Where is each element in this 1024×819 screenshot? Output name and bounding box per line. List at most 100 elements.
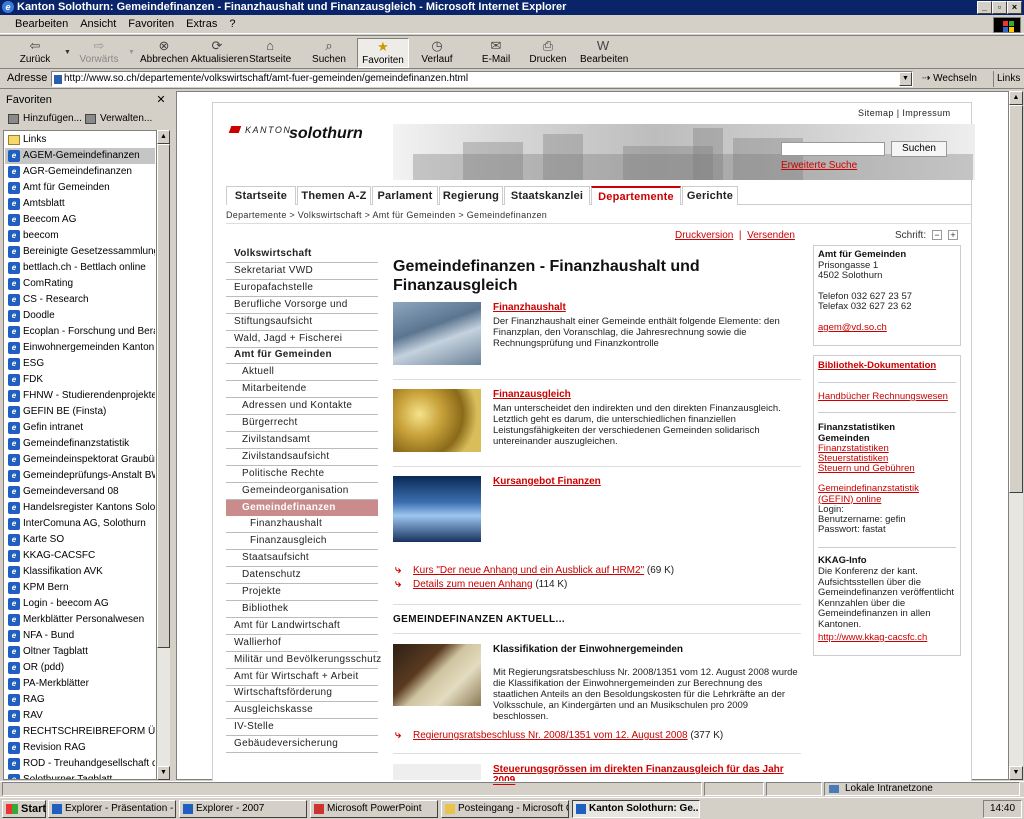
scroll-thumb[interactable]	[157, 144, 170, 648]
go-button[interactable]: ⇢ Wechseln zu	[918, 71, 988, 100]
nav-tab[interactable]: Staatskanzlei	[504, 186, 590, 205]
favorite-item[interactable]: eHandelsregister Kantons Solothu...	[5, 500, 155, 516]
site-search-button[interactable]: Suchen	[891, 141, 947, 157]
favorite-item[interactable]: e RAV	[5, 708, 155, 724]
favorite-item[interactable]: Links	[5, 132, 155, 148]
left-nav-item[interactable]: IV-Stelle	[226, 719, 378, 737]
favorite-item[interactable]: e InterComuna AG, Solothurn	[5, 516, 155, 532]
library-link[interactable]: Bibliothek-Dokumentation	[818, 360, 960, 372]
favorite-item[interactable]: e FHNW - Studierendenprojekte	[5, 388, 155, 404]
favorite-item[interactable]: eGemeindeinspektorat Graubünden	[5, 452, 155, 468]
task-explorer-presentation[interactable]: Explorer - Präsentation - Fi...	[48, 800, 176, 818]
favorite-item[interactable]: e ComRating	[5, 276, 155, 292]
nav-tab[interactable]: Regierung	[439, 186, 503, 205]
left-nav-item[interactable]: Wallierhof	[226, 635, 378, 652]
favorite-item[interactable]: e Klassifikation AVK	[5, 564, 155, 580]
send-link[interactable]: Versenden	[747, 230, 795, 241]
forward-dropdown-icon[interactable]: ▼	[128, 49, 135, 56]
favorite-item[interactable]: e FDK	[5, 372, 155, 388]
sitemap-impressum-links[interactable]: Sitemap | Impressum	[858, 108, 950, 118]
favorite-item[interactable]: e ESG	[5, 356, 155, 372]
left-nav-item[interactable]: Mitarbeitende	[226, 381, 378, 399]
favorite-item[interactable]: e beecom	[5, 228, 155, 244]
left-nav-item[interactable]: Politische Rechte	[226, 466, 378, 483]
print-button[interactable]: ⎙ Drucken	[528, 38, 568, 68]
favorite-item[interactable]: e Gemeindefinanzstatistik	[5, 436, 155, 452]
add-favorite-button[interactable]: Hinzufügen...	[6, 111, 82, 127]
favorites-button[interactable]: ★ Favoriten	[357, 38, 409, 68]
nav-tab[interactable]: Gerichte	[682, 186, 738, 205]
favorite-item[interactable]: eRECHTSCHREIBREFORM Über...	[5, 724, 155, 740]
favorite-item[interactable]: e Solothurner Tagblatt	[5, 772, 155, 779]
favorites-close-icon[interactable]: ✕	[155, 94, 167, 106]
favorite-item[interactable]: e AGR-Gemeindefinanzen	[5, 164, 155, 180]
left-nav-item[interactable]: Amt für Landwirtschaft	[226, 618, 378, 635]
start-button[interactable]: Start	[2, 800, 46, 818]
maximize-button[interactable]: ▫	[992, 1, 1007, 14]
left-nav-item[interactable]: Finanzhaushalt	[226, 516, 378, 534]
favorite-item[interactable]: e Gefin intranet	[5, 420, 155, 436]
finanzausgleich-link[interactable]: Finanzausgleich	[493, 389, 571, 400]
task-explorer-2007[interactable]: Explorer - 2007	[179, 800, 307, 818]
left-nav-item[interactable]: Berufliche Vorsorge und	[226, 297, 378, 314]
favorite-item[interactable]: e AGEM-Gemeindefinanzen	[5, 148, 155, 164]
search-button[interactable]: ⌕ Suchen	[308, 38, 350, 68]
task-powerpoint[interactable]: Microsoft PowerPoint	[310, 800, 438, 818]
left-nav-item[interactable]: Militär und Bevölkerungsschutz	[226, 652, 381, 669]
left-nav-item[interactable]: Bibliothek	[226, 601, 378, 618]
favorite-item[interactable]: e Doodle	[5, 308, 155, 324]
advanced-search-link[interactable]: Erweiterte Suche	[781, 160, 857, 171]
font-smaller-button[interactable]: −	[932, 230, 942, 240]
kursangebot-link[interactable]: Kursangebot Finanzen	[493, 476, 601, 487]
left-nav-item[interactable]: Gemeindefinanzen	[226, 499, 378, 517]
favorite-item[interactable]: e GEFIN BE (Finsta)	[5, 404, 155, 420]
left-nav-item[interactable]: Adressen und Kontakte	[226, 398, 378, 416]
kkag-link[interactable]: http://www.kkag-cacsfc.ch	[818, 632, 960, 644]
left-nav-item[interactable]: Europafachstelle	[226, 280, 378, 297]
left-nav-item[interactable]: Projekte	[226, 584, 378, 601]
organize-favorites-button[interactable]: Verwalten...	[83, 111, 152, 127]
links-button[interactable]: Links	[993, 71, 1021, 87]
refresh-button[interactable]: ⟳ Aktualisieren	[191, 38, 248, 68]
finanzhaushalt-link[interactable]: Finanzhaushalt	[493, 302, 566, 313]
minimize-button[interactable]: _	[977, 1, 992, 14]
favorite-item[interactable]: e Amt für Gemeinden	[5, 180, 155, 196]
kanton-logo[interactable]: KANTON solothurn	[228, 125, 388, 149]
favorite-item[interactable]: e RAG	[5, 692, 155, 708]
favorite-item[interactable]: e bettlach.ch - Bettlach online	[5, 260, 155, 276]
nav-tab[interactable]: Startseite	[226, 186, 296, 205]
favorite-item[interactable]: e PA-Merkblätter	[5, 676, 155, 692]
favorite-item[interactable]: e Amtsblatt	[5, 196, 155, 212]
left-nav-item[interactable]: Staatsaufsicht	[226, 550, 378, 568]
left-nav-item[interactable]: Datenschutz	[226, 567, 378, 585]
favorite-item[interactable]: e Merkblätter Personalwesen	[5, 612, 155, 628]
favorite-item[interactable]: e Login - beecom AG	[5, 596, 155, 612]
left-nav-item[interactable]: Bürgerrecht	[226, 415, 378, 432]
favorite-item[interactable]: eEinwohnergemeinden Kanton So...	[5, 340, 155, 356]
left-nav-item[interactable]: Wald, Jagd + Fischerei	[226, 331, 378, 348]
left-nav-item[interactable]: Stiftungsaufsicht	[226, 314, 378, 331]
favorite-item[interactable]: e KPM Bern	[5, 580, 155, 596]
menu-edit[interactable]: Bearbeiten	[9, 15, 74, 30]
breadcrumb[interactable]: Departemente > Volkswirtschaft > Amt für…	[226, 210, 547, 220]
home-button[interactable]: ⌂ Startseite	[249, 38, 291, 68]
left-nav-item[interactable]: Zivilstandsamt	[226, 432, 378, 449]
favorite-item[interactable]: e Karte SO	[5, 532, 155, 548]
nav-tab[interactable]: Parlament	[372, 186, 438, 205]
left-nav-item[interactable]: Gebäudeversicherung	[226, 736, 378, 754]
favorite-item[interactable]: eBereinigte Gesetzessammlung K...	[5, 244, 155, 260]
favorite-item[interactable]: e NFA - Bund	[5, 628, 155, 644]
menu-help[interactable]: ?	[223, 15, 241, 30]
scroll-down-icon[interactable]: ▼	[1009, 766, 1023, 780]
address-dropdown-icon[interactable]: ▼	[899, 72, 912, 86]
menu-favorites[interactable]: Favoriten	[122, 15, 180, 30]
print-link[interactable]: Druckversion	[675, 230, 733, 241]
favorite-item[interactable]: e OR (pdd)	[5, 660, 155, 676]
favorite-item[interactable]: e Gemeindeprüfungs-Anstalt BW	[5, 468, 155, 484]
back-button[interactable]: ⇦ Zurück	[12, 38, 58, 68]
history-button[interactable]: ◷ Verlauf	[417, 38, 457, 68]
forward-button[interactable]: ⇨ Vorwärts	[76, 38, 122, 68]
contact-email-link[interactable]: agem@vd.so.ch	[818, 322, 960, 334]
scroll-thumb[interactable]	[1009, 105, 1023, 493]
address-input[interactable]: http://www.so.ch/departemente/volkswirts…	[51, 71, 913, 87]
